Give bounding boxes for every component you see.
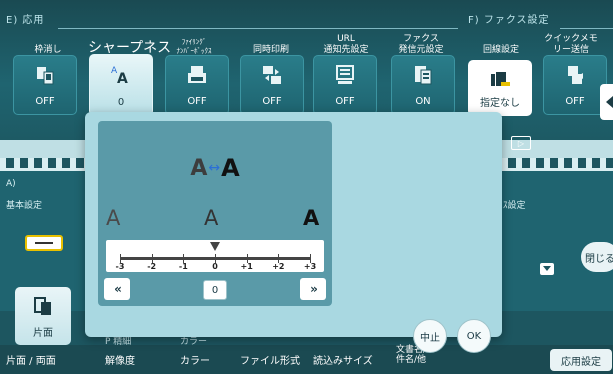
single-side-icon	[34, 297, 51, 315]
sample-sharp: A	[303, 206, 320, 230]
sharpness-icon: AA	[111, 66, 128, 85]
double-chevron-left-icon: «	[114, 282, 122, 296]
scale-label: +2	[272, 262, 285, 271]
frame-erase-button[interactable]: OFF	[13, 55, 77, 115]
frame-erase-value: OFF	[35, 96, 55, 107]
fax-sender-button[interactable]: ON	[391, 55, 455, 115]
scale-label: -3	[115, 262, 125, 271]
close-button[interactable]: 閉じる	[581, 242, 613, 272]
cancel-button[interactable]: 中止	[413, 319, 447, 353]
quick-memory-value: OFF	[565, 96, 585, 107]
fax-settings-label: ｽ設定	[503, 201, 526, 211]
expand-button[interactable]: ▷	[511, 136, 531, 150]
sharpness-hero-icon: A ↔ A	[180, 153, 250, 183]
level-pointer[interactable]	[210, 242, 220, 251]
sharpness-value: 0	[117, 97, 125, 108]
column-title-simultaneous-print: 同時印刷	[252, 45, 289, 55]
monitor-icon	[336, 65, 354, 84]
column-title-fax-sender: ファクス 発信元設定	[398, 34, 444, 55]
fax-document-icon	[415, 66, 432, 85]
scale-label: +3	[303, 262, 317, 271]
tab-resolution[interactable]: 解像度	[105, 352, 135, 367]
scale-label: -2	[147, 262, 157, 271]
double-chevron-right-icon: »	[310, 282, 318, 296]
simultaneous-print-button[interactable]: OFF	[240, 55, 304, 115]
line-setting-button[interactable]: 指定なし	[468, 60, 532, 116]
scroll-indicator-left	[0, 158, 90, 168]
fax-sender-value: ON	[415, 96, 431, 107]
tab-color[interactable]: カラー	[180, 352, 210, 367]
section-label-apply: E) 応用	[6, 15, 45, 26]
sample-normal: A	[204, 206, 219, 230]
svg-text:A: A	[117, 71, 128, 85]
decrease-button[interactable]: «	[104, 278, 130, 300]
tab-duplex[interactable]: 片面 / 両面	[6, 352, 56, 367]
scale-label: -1	[178, 262, 188, 271]
sharpness-scale[interactable]: -3 -2 -1 0 +1 +2 +3	[106, 240, 324, 272]
duplex-value: 片面	[33, 328, 53, 339]
scale-label: 0	[212, 262, 218, 271]
duplex-button[interactable]: 片面	[15, 287, 71, 345]
simultaneous-print-value: OFF	[262, 96, 282, 107]
printer-icon	[188, 66, 206, 83]
section-label-fax: F) ファクス設定	[468, 15, 550, 26]
fax-line-icon	[491, 72, 510, 86]
basic-settings-label: 基本設定	[6, 201, 43, 211]
column-title-filing-number-box: ﾌｧｲﾘﾝｸﾞ ﾅﾝﾊﾞｰﾎﾞｯｸｽ	[176, 38, 212, 55]
frame-erase-icon	[37, 67, 54, 85]
double-arrow-icon: ↔	[208, 160, 221, 176]
scale-label: +1	[240, 262, 253, 271]
line-setting-value: 指定なし	[480, 98, 520, 109]
column-title-frame-erase: 枠消し	[34, 45, 62, 55]
filing-number-box-button[interactable]: OFF	[165, 55, 229, 115]
original-type-selector[interactable]	[25, 235, 63, 251]
quick-memory-button[interactable]: OFF	[543, 55, 607, 115]
url-notify-value: OFF	[335, 96, 355, 107]
hero-sharp-letter: A	[221, 154, 240, 182]
apply-settings-button[interactable]: 応用設定	[550, 349, 612, 371]
scroll-indicator-right	[502, 158, 613, 168]
sharpness-value-display: 0	[203, 280, 227, 300]
simultaneous-print-icon	[263, 66, 281, 84]
ok-button[interactable]: OK	[457, 319, 491, 353]
sharpness-button[interactable]: AA 0	[89, 54, 153, 116]
column-title-quick-memory: クイックメモ リー送信	[544, 34, 598, 55]
tab-scan-size[interactable]: 読込みサイズ	[313, 352, 373, 367]
quick-memory-icon	[568, 66, 583, 84]
bottom-tab-bar	[0, 345, 613, 374]
tab-file-format[interactable]: ファイル形式	[240, 352, 300, 367]
section-label-a: A)	[6, 179, 16, 189]
increase-button[interactable]: »	[300, 278, 326, 300]
chevron-down-icon[interactable]	[540, 263, 554, 275]
hero-soft-letter: A	[190, 155, 208, 181]
side-scroll-tab[interactable]	[600, 84, 613, 120]
column-title-url-notify: URL 通知先設定	[323, 34, 369, 55]
column-title-line-setting: 回線設定	[482, 45, 519, 55]
sample-soft: A	[106, 206, 121, 230]
filing-number-box-value: OFF	[187, 96, 207, 107]
url-notify-button[interactable]: OFF	[313, 55, 377, 115]
